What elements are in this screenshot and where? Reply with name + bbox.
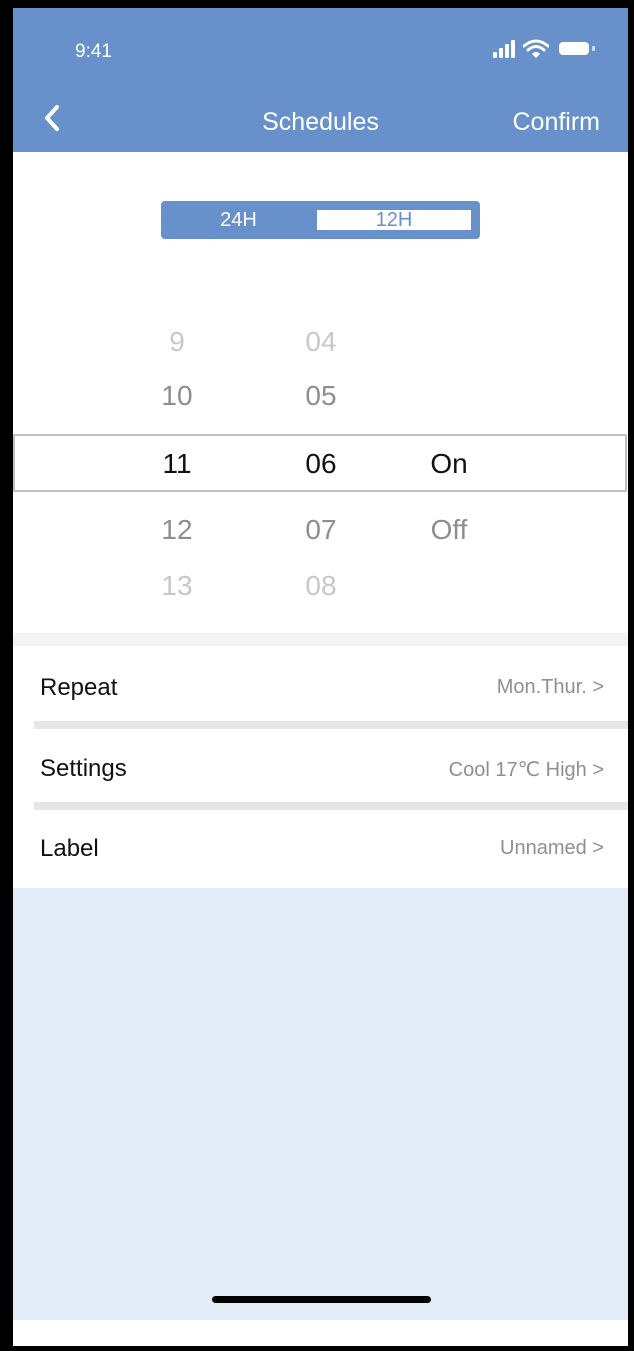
repeat-row[interactable]: Repeat Mon.Thur. > xyxy=(13,658,628,718)
phone-screen: 9:41 Schedules Confirm 24H 12H 9 10 11 1… xyxy=(13,8,628,1346)
minute-option[interactable]: 04 xyxy=(271,326,371,358)
hour-option[interactable]: 12 xyxy=(127,514,227,546)
minute-option[interactable]: 07 xyxy=(271,514,371,546)
frame-top xyxy=(0,0,634,8)
row-divider xyxy=(34,802,628,810)
time-format-toggle: 24H 12H xyxy=(161,201,480,239)
row-divider xyxy=(34,721,628,729)
minute-option[interactable]: 05 xyxy=(271,380,371,412)
confirm-button[interactable]: Confirm xyxy=(512,108,600,137)
settings-row[interactable]: Settings Cool 17℃ High > xyxy=(13,739,628,799)
empty-panel xyxy=(13,888,628,1320)
wifi-icon xyxy=(523,39,549,58)
label-label: Label xyxy=(40,835,99,862)
status-icons xyxy=(493,38,603,62)
settings-label: Settings xyxy=(40,755,127,782)
label-value: Unnamed > xyxy=(500,837,604,859)
tab-12h[interactable]: 12H xyxy=(317,210,471,230)
status-time: 9:41 xyxy=(75,41,112,62)
hour-option[interactable]: 9 xyxy=(127,326,227,358)
mode-option[interactable]: Off xyxy=(399,514,499,546)
section-divider xyxy=(13,633,628,646)
tab-24h[interactable]: 24H xyxy=(161,201,316,239)
frame-bottom xyxy=(0,1346,634,1351)
frame-right xyxy=(628,0,634,1351)
hour-option[interactable]: 10 xyxy=(127,380,227,412)
label-row[interactable]: Label Unnamed > xyxy=(13,819,628,879)
frame-left xyxy=(0,0,13,1351)
repeat-label: Repeat xyxy=(40,674,118,701)
app-header: 9:41 Schedules Confirm xyxy=(13,8,628,152)
cellular-signal-icon xyxy=(493,38,517,58)
hour-selected[interactable]: 11 xyxy=(127,448,227,480)
battery-tip-icon xyxy=(592,46,595,51)
bottom-margin xyxy=(13,1320,628,1346)
hour-option[interactable]: 13 xyxy=(127,570,227,602)
repeat-value: Mon.Thur. > xyxy=(496,676,604,698)
settings-value: Cool 17℃ High > xyxy=(448,759,604,781)
battery-icon xyxy=(559,42,589,55)
home-indicator[interactable] xyxy=(212,1296,431,1303)
time-picker[interactable]: 9 10 11 12 13 04 05 06 07 08 On Off xyxy=(13,308,628,618)
mode-selected[interactable]: On xyxy=(399,448,499,480)
minute-option[interactable]: 08 xyxy=(271,570,371,602)
minute-selected[interactable]: 06 xyxy=(271,448,371,480)
